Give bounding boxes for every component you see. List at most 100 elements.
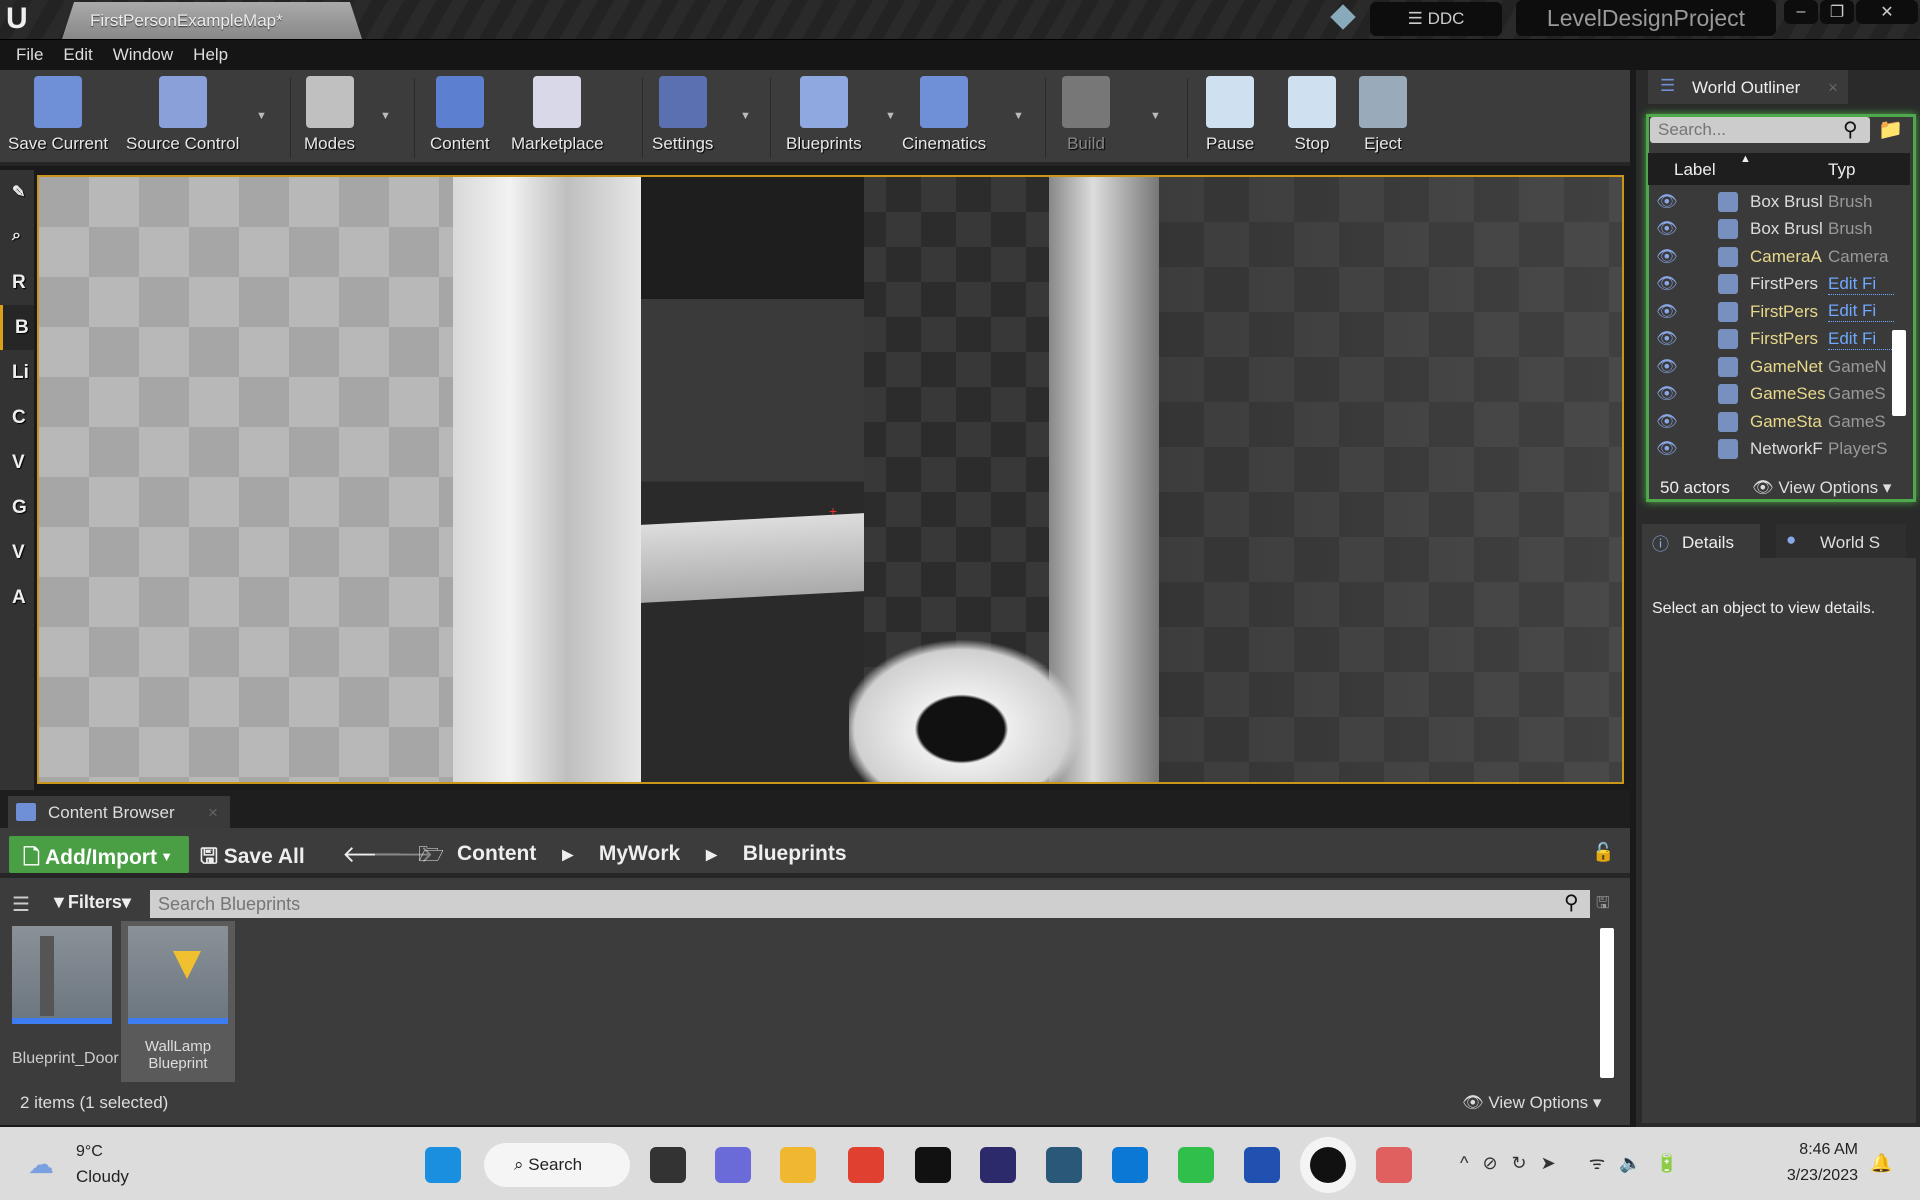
unreal-engine-icon[interactable]: [1310, 1147, 1346, 1183]
toolbar-button-save-current[interactable]: Save Current: [8, 76, 108, 154]
source-control-dropdown-icon[interactable]: ▼: [256, 110, 267, 122]
chrome-icon[interactable]: [848, 1147, 884, 1183]
word-icon[interactable]: [1244, 1147, 1280, 1183]
outliner-row[interactable]: 👁 GameNet GameN: [1648, 353, 1910, 380]
menu-window[interactable]: Window: [103, 45, 183, 65]
mode-tab-volumes[interactable]: V: [0, 530, 34, 575]
outliner-view-options-button[interactable]: 👁 View Options ▾: [1752, 478, 1891, 498]
view-options-button[interactable]: 👁 View Options ▾: [1462, 1093, 1601, 1113]
mysql-workbench-icon[interactable]: [1046, 1147, 1082, 1183]
mode-tab-lights[interactable]: Li: [0, 350, 34, 395]
mode-tab-geometry[interactable]: G: [0, 485, 34, 530]
asset-tile-selected[interactable]: WallLamp Blueprint: [121, 921, 235, 1082]
filters-button[interactable]: ▼Filters▾: [50, 892, 131, 913]
close-button[interactable]: ✕: [1856, 0, 1918, 24]
mode-tab-cinematic[interactable]: C: [0, 395, 34, 440]
outliner-row[interactable]: 👁 FirstPers Edit Fi: [1648, 298, 1910, 325]
mode-tab-recent[interactable]: R: [0, 260, 34, 305]
column-type[interactable]: Typ: [1828, 160, 1855, 180]
scrollbar[interactable]: [1600, 928, 1614, 1078]
dell-icon[interactable]: [915, 1147, 951, 1183]
breadcrumb-mywork[interactable]: MyWork: [599, 842, 680, 867]
notification-icon[interactable]: [1330, 4, 1356, 30]
add-import-button[interactable]: 🗋 Add/Import ▾: [9, 836, 189, 873]
save-all-button[interactable]: 🖫 Save All: [200, 842, 305, 877]
mode-tab-all-classes[interactable]: A: [0, 575, 34, 620]
visibility-eye-icon[interactable]: 👁: [1648, 302, 1718, 322]
visibility-eye-icon[interactable]: 👁: [1648, 384, 1718, 404]
visibility-eye-icon[interactable]: 👁: [1648, 192, 1718, 212]
outliner-row[interactable]: 👁 GameSta GameS: [1648, 408, 1910, 435]
toolbar-button-eject[interactable]: Eject: [1359, 76, 1407, 154]
toolbar-button-marketplace[interactable]: Marketplace: [511, 76, 604, 154]
unreal-logo-icon[interactable]: U: [6, 2, 28, 36]
visibility-eye-icon[interactable]: 👁: [1648, 412, 1718, 432]
visibility-eye-icon[interactable]: 👁: [1648, 329, 1718, 349]
settings-dropdown-icon[interactable]: ▼: [740, 110, 751, 122]
toolbar-button-blueprints[interactable]: Blueprints: [786, 76, 862, 154]
menu-file[interactable]: File: [6, 45, 53, 65]
save-search-icon[interactable]: 🖫: [1596, 892, 1610, 919]
mode-tab-basic[interactable]: B: [0, 305, 34, 350]
breadcrumb-content[interactable]: Content: [457, 842, 536, 867]
blueprints-dropdown-icon[interactable]: ▼: [885, 110, 896, 122]
breadcrumb-blueprints[interactable]: Blueprints: [743, 842, 847, 867]
modes-icon[interactable]: ✎: [0, 170, 34, 215]
outliner-row[interactable]: 👁 NetworkF PlayerS: [1648, 436, 1910, 463]
visibility-eye-icon[interactable]: 👁: [1648, 357, 1718, 377]
add-folder-icon[interactable]: 📁: [1878, 117, 1903, 142]
windows-start-icon[interactable]: [425, 1147, 461, 1183]
task-view-icon[interactable]: [650, 1147, 686, 1183]
modes-dropdown-icon[interactable]: ▼: [380, 110, 391, 122]
toolbar-button-pause[interactable]: Pause: [1206, 76, 1254, 154]
visibility-eye-icon[interactable]: 👁: [1648, 439, 1718, 459]
outliner-row[interactable]: 👁 CameraA Camera: [1648, 243, 1910, 270]
toolbar-button-build[interactable]: Build: [1062, 76, 1110, 154]
sources-toggle-icon[interactable]: ☰: [12, 892, 30, 917]
visibility-eye-icon[interactable]: 👁: [1648, 219, 1718, 239]
toolbar-button-stop[interactable]: Stop: [1288, 76, 1336, 154]
lock-icon[interactable]: 🔓: [1592, 842, 1614, 863]
document-tab[interactable]: FirstPersonExampleMap*: [62, 2, 362, 39]
toolbar-button-settings[interactable]: Settings: [652, 76, 713, 154]
weather-condition[interactable]: Cloudy: [76, 1167, 129, 1187]
menu-edit[interactable]: Edit: [53, 45, 102, 65]
eclipse-icon[interactable]: [980, 1147, 1016, 1183]
teams-icon[interactable]: [715, 1147, 751, 1183]
world-settings-tab[interactable]: ● World S: [1776, 524, 1906, 558]
outliner-row[interactable]: 👁 GameSes GameS: [1648, 381, 1910, 408]
tray-icons[interactable]: ^⊘↻➤ ᯤ🔈🔋: [1460, 1151, 1692, 1175]
visibility-eye-icon[interactable]: 👁: [1648, 247, 1718, 267]
outliner-scrollbar[interactable]: [1892, 330, 1906, 416]
notification-bell-icon[interactable]: 🔔: [1870, 1153, 1892, 1174]
outliner-row[interactable]: 👁 FirstPers Edit Fi: [1648, 271, 1910, 298]
clock-date[interactable]: 3/23/2023: [1770, 1167, 1858, 1185]
file-explorer-icon[interactable]: [780, 1147, 816, 1183]
actor-type[interactable]: Edit Fi: [1828, 329, 1894, 350]
weather-temp[interactable]: 9°C: [76, 1143, 103, 1161]
search-icon[interactable]: ⌕: [0, 215, 34, 260]
outliner-search-input[interactable]: [1650, 117, 1870, 143]
actor-type[interactable]: Edit Fi: [1828, 274, 1894, 295]
level-viewport[interactable]: +: [37, 175, 1624, 784]
toolbar-button-cinematics[interactable]: Cinematics: [902, 76, 986, 154]
cinematics-dropdown-icon[interactable]: ▼: [1013, 110, 1024, 122]
maximize-button[interactable]: ❐: [1820, 0, 1854, 24]
ddc-button[interactable]: ☰ DDC: [1370, 2, 1502, 36]
search-icon[interactable]: ⚲: [1564, 890, 1579, 915]
outliner-row[interactable]: 👁 FirstPers Edit Fi: [1648, 326, 1910, 353]
menu-help[interactable]: Help: [183, 45, 238, 65]
snipping-tool-icon[interactable]: [1376, 1147, 1412, 1183]
content-browser-tab[interactable]: Content Browser ×: [8, 796, 230, 828]
actor-type[interactable]: Edit Fi: [1828, 301, 1894, 322]
taskbar-search[interactable]: ⌕ Search: [484, 1143, 630, 1187]
mode-tab-visual-effects[interactable]: V: [0, 440, 34, 485]
outliner-row[interactable]: 👁 Box Brusl Brush: [1648, 216, 1910, 243]
clock-time[interactable]: 8:46 AM: [1788, 1141, 1858, 1159]
asset-tile[interactable]: Blueprint_Door: [12, 926, 119, 1078]
search-blueprints-input[interactable]: [150, 890, 1590, 918]
build-dropdown-icon[interactable]: ▼: [1150, 110, 1161, 122]
toolbar-button-content[interactable]: Content: [430, 76, 490, 154]
details-tab[interactable]: ⓘ Details: [1642, 524, 1760, 558]
whatsapp-icon[interactable]: [1178, 1147, 1214, 1183]
